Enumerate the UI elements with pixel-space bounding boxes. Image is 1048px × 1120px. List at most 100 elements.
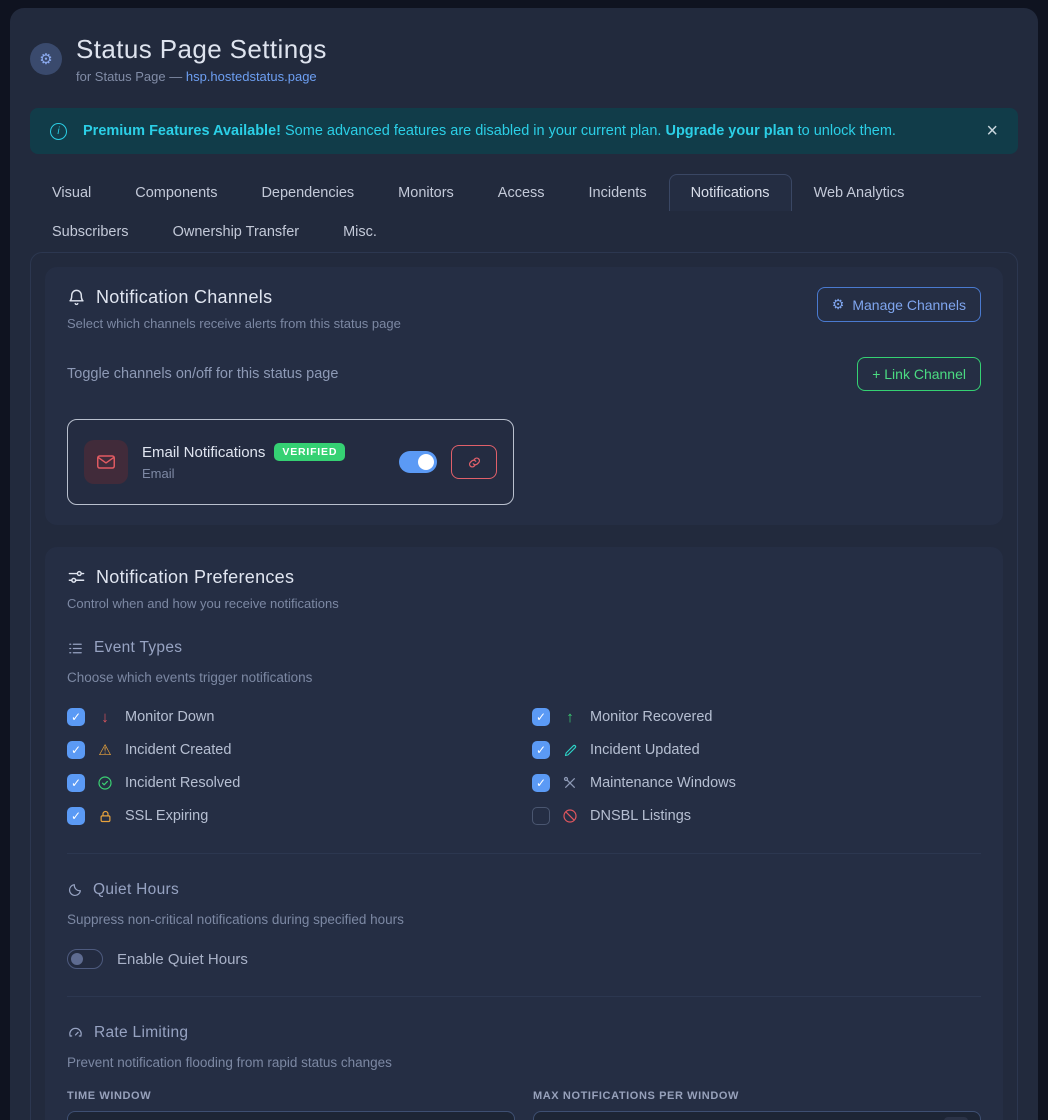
max-notifications-label: MAX NOTIFICATIONS PER WINDOW [533, 1090, 981, 1102]
tab-ownership-transfer[interactable]: Ownership Transfer [151, 213, 322, 250]
quiet-hours-section: Quiet Hours Suppress non-critical notifi… [67, 881, 981, 969]
email-channel-toggle[interactable] [399, 451, 437, 473]
event-label: DNSBL Listings [590, 808, 691, 824]
channel-type: Email [142, 466, 385, 481]
event-types-head: Event Types [67, 639, 981, 657]
event-type-incident-created[interactable]: ✓ ⚠ Incident Created [67, 740, 516, 760]
info-icon: i [50, 123, 67, 140]
tab-monitors[interactable]: Monitors [376, 174, 476, 211]
event-type-maintenance-windows[interactable]: ✓ Maintenance Windows [532, 773, 981, 793]
event-label: Incident Updated [590, 742, 700, 758]
channel-link-button[interactable] [451, 445, 497, 479]
event-type-monitor-down[interactable]: ✓ ↓ Monitor Down [67, 707, 516, 727]
event-label: Monitor Recovered [590, 709, 713, 725]
checkbox[interactable]: ✓ [67, 741, 85, 759]
checkbox[interactable]: ✓ [67, 708, 85, 726]
checkbox[interactable]: ✓ [532, 807, 550, 825]
event-type-dnsbl-listings[interactable]: ✓ DNSBL Listings [532, 806, 981, 826]
close-icon[interactable]: × [986, 121, 998, 141]
settings-page: ⚙ Status Page Settings for Status Page —… [10, 8, 1038, 1120]
prohibited-icon [561, 808, 579, 824]
toggle-knob [418, 454, 434, 470]
checkbox[interactable]: ✓ [532, 741, 550, 759]
time-window-select[interactable]: 15 minutes [67, 1111, 515, 1120]
pencil-icon [561, 743, 579, 758]
event-label: Monitor Down [125, 709, 214, 725]
event-types-heading: Event Types [94, 639, 182, 657]
preferences-title: Notification Preferences [96, 567, 294, 588]
banner-title: Premium Features Available! [83, 123, 281, 139]
max-notifications-field: MAX NOTIFICATIONS PER WINDOW 10 [533, 1090, 981, 1120]
time-window-label: TIME WINDOW [67, 1090, 515, 1102]
channels-toggle-row: Toggle channels on/off for this status p… [67, 357, 981, 391]
toggle-knob [71, 953, 83, 965]
tab-subscribers[interactable]: Subscribers [30, 213, 151, 250]
check-circle-icon [96, 775, 114, 791]
section-divider [67, 996, 981, 997]
sliders-icon [67, 568, 86, 587]
rate-limiting-section: Rate Limiting Prevent notification flood… [67, 1024, 981, 1120]
event-types-section: Event Types Choose which events trigger … [67, 639, 981, 826]
premium-banner: i Premium Features Available! Some advan… [30, 108, 1018, 154]
settings-tabs: Visual Components Dependencies Monitors … [30, 174, 950, 252]
status-page-domain-link[interactable]: hsp.hostedstatus.page [186, 69, 317, 84]
checkbox[interactable]: ✓ [67, 807, 85, 825]
max-notifications-input[interactable]: 10 [533, 1111, 981, 1120]
enable-quiet-hours-toggle[interactable] [67, 949, 103, 969]
preferences-subtitle: Control when and how you receive notific… [67, 596, 981, 611]
rate-limiting-description: Prevent notification flooding from rapid… [67, 1055, 981, 1070]
gauge-icon [67, 1025, 84, 1042]
link-channel-label: + Link Channel [872, 366, 966, 382]
event-label: Incident Resolved [125, 775, 240, 791]
event-type-incident-updated[interactable]: ✓ Incident Updated [532, 740, 981, 760]
rate-limiting-form: TIME WINDOW 15 minutes MAX NOTIFICATIONS… [67, 1090, 981, 1120]
checkbox[interactable]: ✓ [532, 708, 550, 726]
quiet-hours-description: Suppress non-critical notifications duri… [67, 912, 981, 927]
checkbox[interactable]: ✓ [532, 774, 550, 792]
tab-dependencies[interactable]: Dependencies [239, 174, 376, 211]
lock-icon [96, 809, 114, 824]
check-icon: ✓ [71, 743, 81, 757]
tab-visual[interactable]: Visual [30, 174, 113, 211]
tab-components[interactable]: Components [113, 174, 239, 211]
gear-icon: ⚙ [39, 50, 52, 68]
email-channel-card: Email Notifications VERIFIED Email [67, 419, 514, 505]
check-icon: ✓ [536, 710, 546, 724]
notification-channels-card: Notification Channels Select which chann… [45, 267, 1003, 525]
arrow-up-icon: ↑ [561, 709, 579, 726]
channels-title: Notification Channels [96, 287, 272, 308]
notifications-panel: Notification Channels Select which chann… [30, 252, 1018, 1120]
event-label: SSL Expiring [125, 808, 208, 824]
channel-name: Email Notifications [142, 444, 265, 461]
banner-text: Premium Features Available! Some advance… [83, 123, 896, 139]
channels-title-block: Notification Channels Select which chann… [67, 287, 401, 331]
quiet-hours-toggle-row: Enable Quiet Hours [67, 949, 981, 969]
event-type-monitor-recovered[interactable]: ✓ ↑ Monitor Recovered [532, 707, 981, 727]
page-subtitle: for Status Page — hsp.hostedstatus.page [76, 69, 327, 84]
upgrade-plan-link[interactable]: Upgrade your plan [665, 123, 793, 139]
envelope-icon [95, 451, 117, 473]
event-types-description: Choose which events trigger notification… [67, 670, 981, 685]
channels-card-head: Notification Channels Select which chann… [67, 287, 981, 331]
manage-channels-button[interactable]: ⚙ Manage Channels [817, 287, 981, 322]
crossed-tools-icon [561, 775, 579, 791]
arrow-down-icon: ↓ [96, 709, 114, 726]
event-type-ssl-expiring[interactable]: ✓ SSL Expiring [67, 806, 516, 826]
tab-incidents[interactable]: Incidents [567, 174, 669, 211]
check-icon: ✓ [536, 743, 546, 757]
chain-link-icon [467, 455, 482, 470]
tab-misc[interactable]: Misc. [321, 213, 399, 250]
time-window-field: TIME WINDOW 15 minutes [67, 1090, 515, 1120]
tab-notifications[interactable]: Notifications [669, 174, 792, 211]
tab-web-analytics[interactable]: Web Analytics [792, 174, 927, 211]
channel-info: Email Notifications VERIFIED Email [142, 443, 385, 481]
link-channel-button[interactable]: + Link Channel [857, 357, 981, 391]
event-label: Incident Created [125, 742, 231, 758]
event-type-incident-resolved[interactable]: ✓ Incident Resolved [67, 773, 516, 793]
subtitle-text: for Status Page — [76, 69, 186, 84]
checkbox[interactable]: ✓ [67, 774, 85, 792]
tab-access[interactable]: Access [476, 174, 567, 211]
moon-icon [67, 882, 83, 898]
check-icon: ✓ [71, 776, 81, 790]
page-title: Status Page Settings [76, 34, 327, 65]
